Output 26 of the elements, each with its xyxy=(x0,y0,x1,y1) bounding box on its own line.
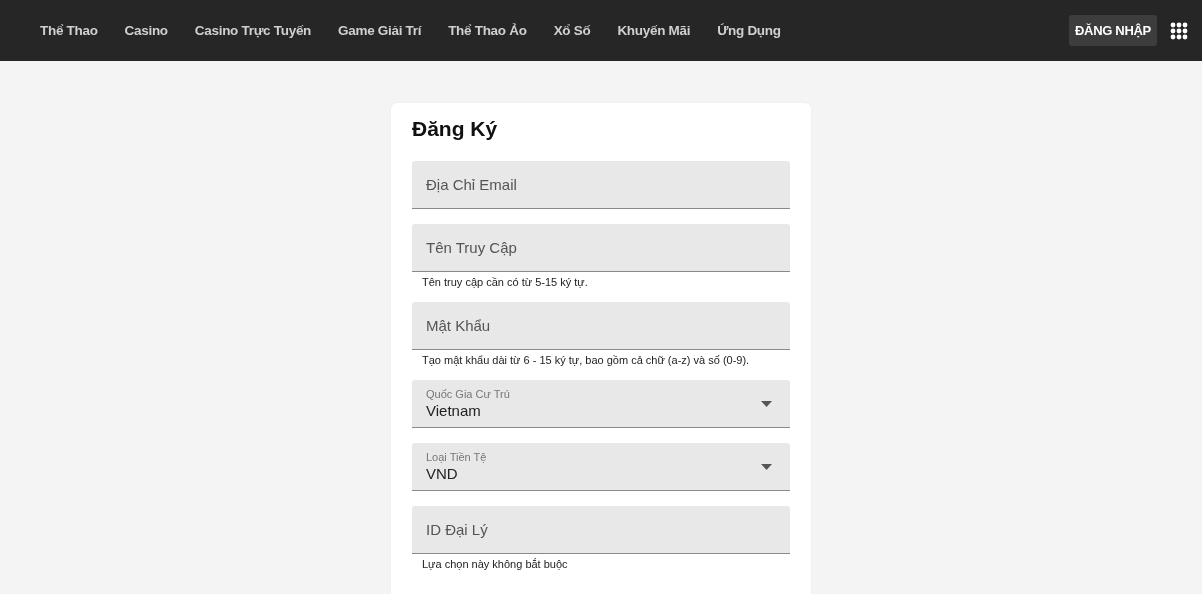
caret-icon xyxy=(761,463,772,470)
caret-icon xyxy=(761,400,772,407)
input-field[interactable]: Mật Khẩu xyxy=(412,302,790,350)
field-hint: Lựa chọn này không bắt buộc xyxy=(421,557,569,570)
field-hint: Tạo mật khẩu dài từ 6 - 15 ký tự, bao gồm cả chữ (a-z) và số (0-9). xyxy=(421,353,751,366)
nav-link[interactable]: Game Giải Trí xyxy=(338,23,422,38)
field-label: Quốc Gia Cư Trú xyxy=(426,388,510,400)
input-field[interactable]: Địa Chỉ Email xyxy=(412,161,790,209)
nav-link[interactable]: Ứng Dụng xyxy=(717,23,781,38)
selected-value: Vietnam xyxy=(426,402,482,419)
nav-link[interactable]: Thể Thao Ảo xyxy=(448,23,527,38)
nav-link[interactable]: Xổ Số xyxy=(553,23,591,38)
selected-value: VND xyxy=(426,465,459,482)
select-field[interactable]: Quốc Gia Cư Trú Vietnam xyxy=(412,380,790,428)
form-title: Đăng Ký xyxy=(412,117,499,141)
nav-link[interactable]: Khuyến Mãi xyxy=(617,23,691,38)
nav-link[interactable]: Casino xyxy=(124,23,168,38)
select-field[interactable]: Loại Tiền Tệ VND xyxy=(412,443,790,491)
login-button[interactable]: ĐĂNG NHẬP xyxy=(1068,15,1157,46)
nav-link[interactable]: Casino Trực Tuyến xyxy=(194,23,312,38)
field-label: Loại Tiền Tệ xyxy=(426,451,487,463)
nav-link[interactable]: Thể Thao xyxy=(40,23,98,38)
input-field[interactable]: ID Đại Lý xyxy=(412,506,790,554)
field-hint: Tên truy cập cần có từ 5-15 ký tự. xyxy=(421,275,589,288)
input-field[interactable]: Tên Truy Cập xyxy=(412,224,790,272)
apps-menu-icon[interactable] xyxy=(1170,21,1188,40)
